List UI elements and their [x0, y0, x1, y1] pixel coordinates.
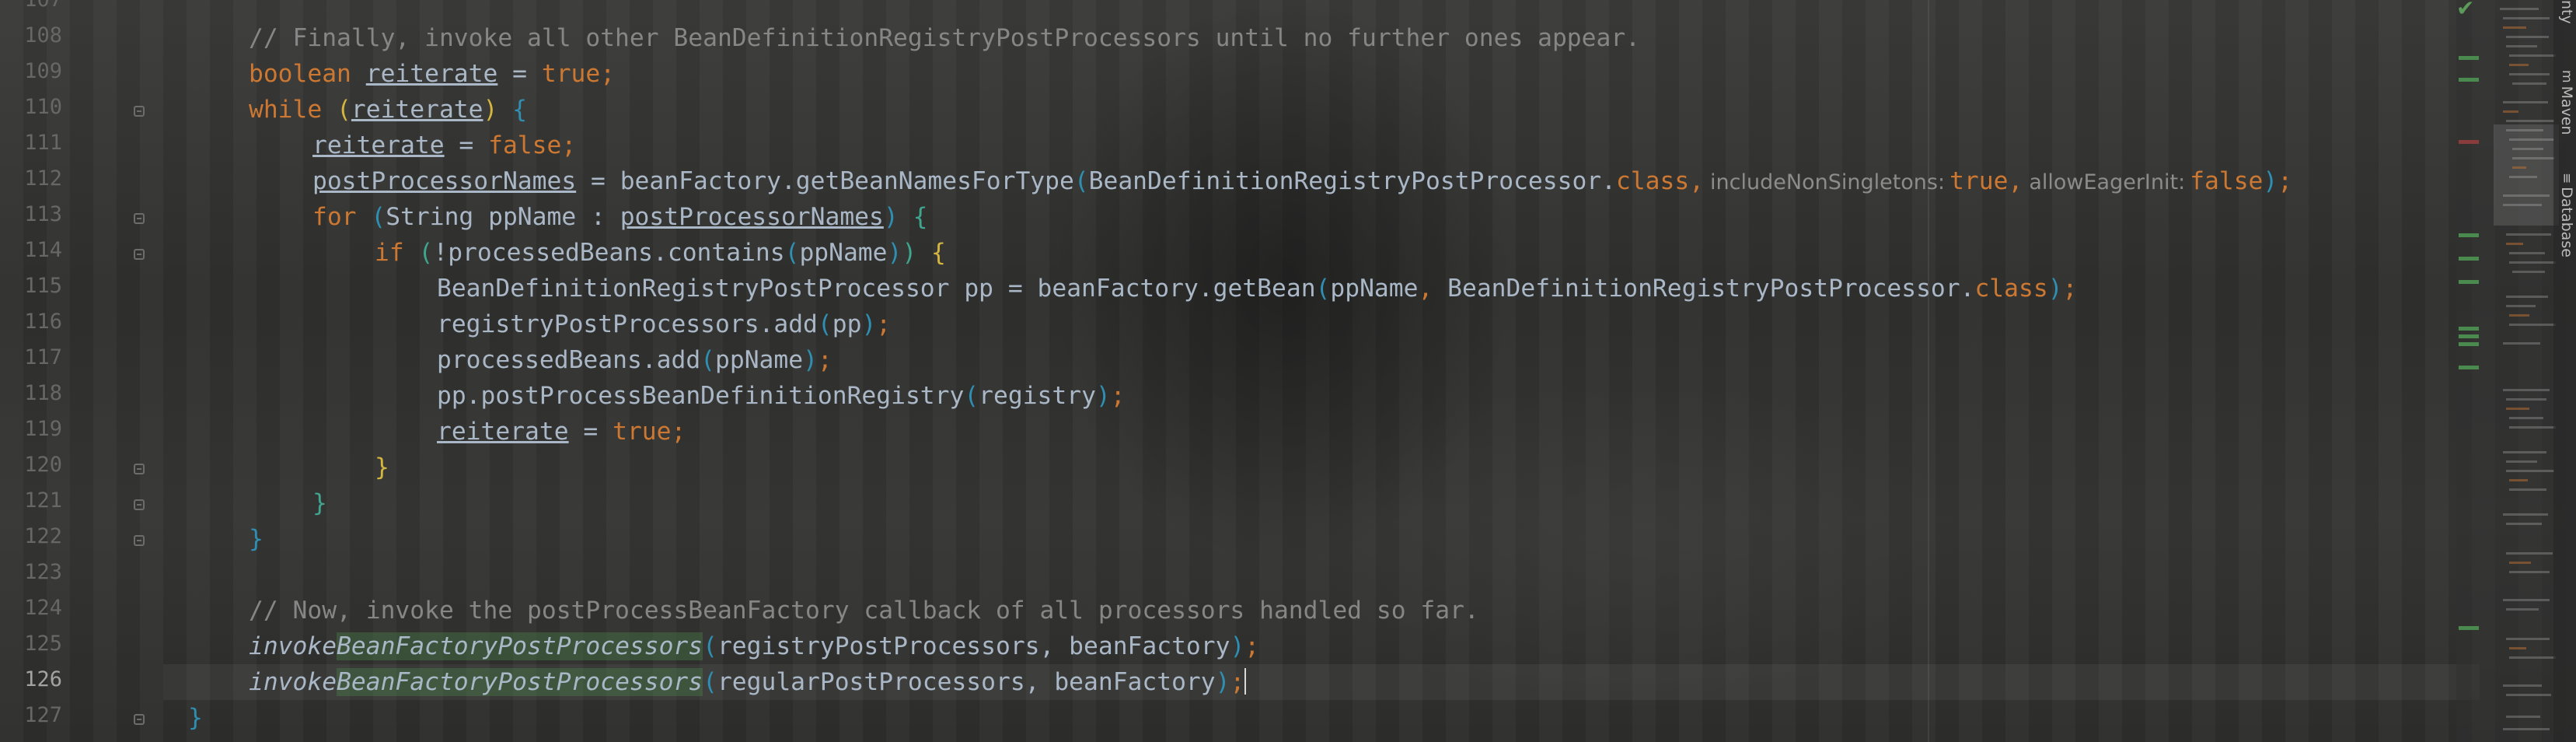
tool-window-database[interactable]: ≡Database — [2555, 173, 2575, 257]
database-icon: ≡ — [2559, 173, 2574, 184]
code-line-121[interactable]: } — [188, 485, 327, 521]
literal: true — [541, 60, 601, 88]
variable: reiterate — [365, 60, 498, 88]
change-marker[interactable] — [2459, 233, 2479, 237]
variable: postProcessorNames — [620, 203, 884, 231]
keyword: for — [312, 203, 357, 231]
change-marker[interactable] — [2459, 626, 2479, 630]
change-marker[interactable] — [2459, 334, 2479, 338]
tool-window-maven[interactable]: mMaven — [2555, 70, 2575, 135]
change-marker[interactable] — [2459, 280, 2479, 284]
code-line-112[interactable]: postProcessorNames = beanFactory.getBean… — [188, 163, 2292, 199]
code-line-116[interactable]: registryPostProcessors.add(pp); — [188, 306, 891, 342]
method-name: BeanFactoryPostProcessors — [337, 668, 703, 696]
code-line-111[interactable]: reiterate = false; — [188, 128, 576, 163]
maven-icon: m — [2559, 70, 2574, 83]
code-line-124[interactable]: // Now, invoke the postProcessBeanFactor… — [188, 593, 1479, 628]
inspection-ok-icon[interactable]: ✔ — [2456, 0, 2474, 21]
variable: postProcessorNames — [312, 167, 577, 195]
right-margin-guide — [1928, 0, 1929, 742]
change-marker[interactable] — [2459, 327, 2479, 331]
parameter-hint: allowEagerInit: — [2029, 170, 2186, 194]
code-line-114[interactable]: if (!processedBeans.contains(ppName)) { — [188, 235, 946, 271]
keyword: while — [249, 96, 323, 124]
variable: reiterate — [351, 96, 483, 124]
code-line-109[interactable]: boolean reiterate = true; — [188, 56, 615, 92]
code-line-118[interactable]: pp.postProcessBeanDefinitionRegistry(reg… — [188, 378, 1126, 414]
comment: // Now, invoke the postProcessBeanFactor… — [249, 597, 1479, 625]
code-editor[interactable]: // Finally, invoke all other BeanDefinit… — [0, 0, 2487, 742]
tool-window-top[interactable]: nty — [2555, 0, 2575, 24]
change-marker[interactable] — [2459, 342, 2479, 346]
parameter-hint: includeNonSingletons: — [1710, 170, 1946, 194]
code-line-115[interactable]: BeanDefinitionRegistryPostProcessor pp =… — [188, 271, 2077, 306]
code-line-119[interactable]: reiterate = true; — [188, 414, 686, 450]
code-line-125[interactable]: invokeBeanFactoryPostProcessors(registry… — [188, 628, 1259, 664]
code-line-126[interactable]: invokeBeanFactoryPostProcessors(regularP… — [188, 664, 1247, 700]
literal: true — [613, 418, 672, 446]
code-line-110[interactable]: while (reiterate) { — [188, 92, 527, 128]
code-line-108[interactable]: // Finally, invoke all other BeanDefinit… — [188, 20, 1640, 56]
error-marker[interactable] — [2459, 140, 2479, 144]
method-name: BeanFactoryPostProcessors — [337, 632, 703, 660]
comment: // Finally, invoke all other BeanDefinit… — [249, 24, 1641, 52]
change-marker[interactable] — [2459, 78, 2479, 82]
variable: reiterate — [437, 418, 569, 446]
text-caret — [1244, 668, 1247, 695]
code-line-113[interactable]: for (String ppName : postProcessorNames)… — [188, 199, 927, 235]
variable: reiterate — [312, 131, 445, 159]
code-line-117[interactable]: processedBeans.add(ppName); — [188, 342, 832, 378]
change-marker[interactable] — [2459, 366, 2479, 369]
literal: false — [488, 131, 562, 159]
keyword: if — [375, 239, 404, 267]
code-line-127[interactable]: } — [188, 700, 203, 736]
tool-window-strip: nty mMaven ≡Database — [2553, 0, 2576, 742]
code-line-120[interactable]: } — [188, 450, 389, 485]
change-marker[interactable] — [2459, 56, 2479, 60]
keyword: boolean — [249, 60, 351, 88]
code-line-122[interactable]: } — [188, 521, 264, 557]
change-marker[interactable] — [2459, 257, 2479, 261]
code-minimap[interactable] — [2495, 0, 2557, 742]
